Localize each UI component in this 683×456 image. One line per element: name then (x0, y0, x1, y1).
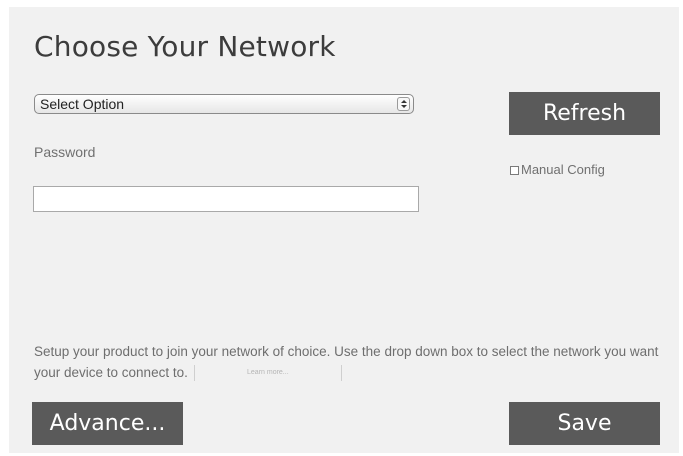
manual-config-option[interactable]: Manual Config (510, 161, 605, 177)
network-select[interactable]: Select Option (34, 94, 414, 114)
manual-config-checkbox[interactable] (510, 166, 519, 175)
page-title: Choose Your Network (34, 30, 336, 63)
network-setup-panel (9, 7, 679, 453)
help-text: Setup your product to join your network … (34, 341, 664, 383)
password-label: Password (34, 144, 96, 160)
arrow-up-icon (401, 100, 407, 103)
network-select-value: Select Option (40, 96, 125, 112)
select-stepper-icon (397, 97, 410, 111)
manual-config-label: Manual Config (521, 161, 605, 177)
learn-more-link[interactable]: Learn more... (193, 365, 342, 382)
advance-button[interactable]: Advance... (32, 402, 183, 445)
save-button[interactable]: Save (509, 402, 660, 445)
arrow-down-icon (401, 105, 407, 108)
help-text-body: Setup your product to join your network … (34, 344, 659, 380)
refresh-button[interactable]: Refresh (509, 92, 660, 135)
password-field[interactable] (33, 186, 419, 212)
